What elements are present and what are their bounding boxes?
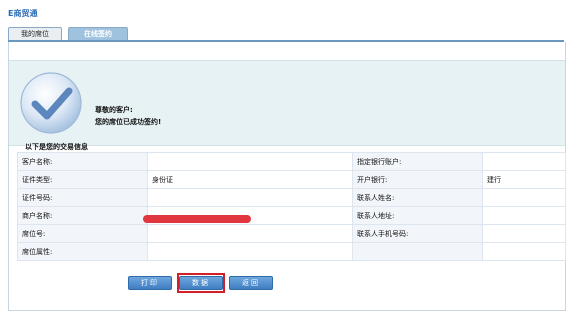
table-row: 证件类型: 身份证 开户银行: 建行 (17, 170, 566, 189)
success-message: 您的席位已成功签约! (95, 118, 162, 126)
success-banner: 尊敬的客户: 您的席位已成功签约! (9, 60, 565, 146)
field-label: 联系人手机号码: (352, 224, 483, 243)
field-label: 证件类型: (17, 170, 148, 189)
field-label: 指定银行账户: (352, 152, 483, 171)
app-title: E商贸通 (8, 9, 38, 18)
field-label: 联系人地址: (352, 206, 483, 225)
greeting-text: 尊敬的客户: (95, 106, 133, 114)
table-row: 证件号码: 联系人姓名: (17, 188, 566, 207)
tab-online-signing[interactable]: 在线签约 (68, 27, 128, 40)
table-row: 席位属性: (17, 242, 566, 261)
back-button[interactable]: 返回 (229, 276, 273, 290)
field-value (482, 188, 566, 207)
field-value (482, 242, 566, 261)
signing-panel: 尊敬的客户: 您的席位已成功签约! 以下是您的交易信息 客户名称: 指定银行账户… (8, 42, 566, 311)
print-button[interactable]: 打印 (128, 276, 172, 290)
field-value (147, 242, 353, 261)
field-value (147, 152, 353, 171)
field-label: 联系人姓名: (352, 188, 483, 207)
field-value (147, 224, 353, 243)
highlight-box (177, 273, 225, 293)
field-value (147, 188, 353, 207)
field-value (482, 152, 566, 171)
field-label: 席位属性: (17, 242, 148, 261)
tab-my-seat[interactable]: 我的席位 (8, 27, 62, 40)
table-row: 商户名称: 联系人地址: (17, 206, 566, 225)
field-value: 建行 (482, 170, 566, 189)
info-table: 客户名称: 指定银行账户: 证件类型: 身份证 开户银行: 建行 证件号码: 联… (17, 152, 566, 261)
tab-bar: 我的席位 在线签约 (8, 27, 564, 40)
field-label (352, 242, 483, 261)
field-label: 商户名称: (17, 206, 148, 225)
field-label: 客户名称: (17, 152, 148, 171)
table-row: 席位号: 联系人手机号码: (17, 224, 566, 243)
redaction-mark (143, 215, 251, 223)
field-label: 证件号码: (17, 188, 148, 207)
field-value (482, 206, 566, 225)
field-value: 身份证 (147, 170, 353, 189)
field-label: 开户银行: (352, 170, 483, 189)
info-section-title: 以下是您的交易信息 (25, 143, 88, 151)
field-label: 席位号: (17, 224, 148, 243)
checkmark-icon (20, 72, 82, 134)
field-value (482, 224, 566, 243)
table-row: 客户名称: 指定银行账户: (17, 152, 566, 171)
